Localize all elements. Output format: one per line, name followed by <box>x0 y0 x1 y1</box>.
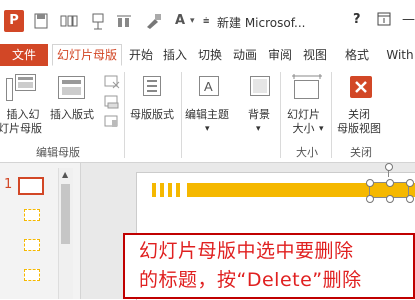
caption-line-2: 的标题，按“Delete”删除 <box>139 269 362 291</box>
tab-animations[interactable]: 动画 <box>230 44 260 66</box>
resize-handle[interactable] <box>406 195 414 203</box>
slide-size-button[interactable]: 幻灯片 大小 <box>287 108 320 136</box>
background-icon <box>250 76 270 100</box>
tab-transitions[interactable]: 切换 <box>195 44 225 66</box>
tab-view[interactable]: 视图 <box>300 44 330 66</box>
close-master-label-2: 母版视图 <box>337 122 381 135</box>
rename-icon[interactable] <box>104 94 120 113</box>
chevron-down-icon[interactable]: ▾ <box>205 122 210 136</box>
close-master-view-button[interactable]: 关闭 母版视图 <box>337 108 381 136</box>
resize-handle[interactable] <box>386 195 394 203</box>
ribbon-tabs: 文件 幻灯片母版 开始 插入 切换 动画 审阅 视图 格式 With <box>0 44 415 67</box>
master-layout-button[interactable]: 母版版式 <box>130 108 174 122</box>
format-painter-icon[interactable] <box>145 13 163 31</box>
save-icon[interactable] <box>34 13 48 31</box>
edit-theme-icon: A <box>199 76 219 100</box>
resize-handle[interactable] <box>386 179 394 187</box>
quick-access-toolbar: P A ▾ ⩧ 新建 Microsof... ? — <box>0 0 415 44</box>
master-thumbnail[interactable] <box>18 177 44 195</box>
resize-handle[interactable] <box>366 195 374 203</box>
edit-theme-button[interactable]: 编辑主题 <box>185 108 229 122</box>
slide-number: 1 <box>4 177 13 192</box>
group-separator <box>124 72 125 158</box>
background-button[interactable]: 背景 <box>248 108 270 122</box>
chevron-down-icon[interactable]: ▾ <box>256 122 261 136</box>
close-master-label-1: 关闭 <box>348 108 370 121</box>
font-size-button[interactable]: A <box>175 13 185 31</box>
insert-slide-master-button[interactable]: 插入幻 灯片母版 <box>0 108 42 136</box>
group-label-edit-master: 编辑母版 <box>36 146 80 159</box>
tab-file[interactable]: 文件 <box>0 44 48 66</box>
caption-line-1: 幻灯片母版中选中要删除 <box>139 240 354 262</box>
tab-slide-master[interactable]: 幻灯片母版 <box>52 44 122 66</box>
layout-thumbnail[interactable] <box>24 239 40 251</box>
tab-home[interactable]: 开始 <box>126 44 156 66</box>
group-separator <box>280 72 281 158</box>
thumbnail-scrollbar[interactable]: ▲ <box>58 168 73 299</box>
customize-qat-icon[interactable]: ⩧ <box>203 14 209 32</box>
delete-slide-icon[interactable] <box>104 74 120 93</box>
insert-slide-master-icon <box>6 74 36 106</box>
powerpoint-logo-icon: P <box>4 10 24 32</box>
chevron-down-icon[interactable]: ▾ <box>190 16 195 34</box>
resize-handle[interactable] <box>406 179 414 187</box>
title-bar-stripe <box>152 183 156 197</box>
close-icon <box>350 76 372 102</box>
minimize-icon[interactable]: — <box>402 12 415 27</box>
title-bar-stripe <box>168 183 172 197</box>
resize-handle[interactable] <box>366 179 374 187</box>
group-separator <box>331 72 332 158</box>
group-separator <box>181 72 182 158</box>
preserve-icon[interactable] <box>104 114 120 133</box>
document-title: 新建 Microsof... <box>217 16 306 30</box>
slide-size-label-2: 大小 <box>292 122 315 135</box>
tab-insert[interactable]: 插入 <box>160 44 190 66</box>
redo-icon[interactable] <box>91 13 105 31</box>
master-layout-icon <box>143 76 161 100</box>
group-label-close: 关闭 <box>350 146 372 159</box>
insert-slide-master-label-1: 插入幻 <box>6 108 40 121</box>
tab-review[interactable]: 审阅 <box>265 44 295 66</box>
insert-slide-master-label-2: 灯片母版 <box>0 122 42 135</box>
insert-layout-button[interactable]: 插入版式 <box>50 108 94 122</box>
insert-layout-icon <box>58 74 86 106</box>
scrollbar-thumb[interactable] <box>61 184 70 244</box>
tab-format[interactable]: 格式 <box>342 44 372 66</box>
tab-with[interactable]: With <box>384 44 415 66</box>
layout-thumbnail[interactable] <box>24 269 40 281</box>
scroll-up-icon[interactable]: ▲ <box>62 170 68 179</box>
instruction-caption: 幻灯片母版中选中要删除 的标题，按“Delete”删除 <box>123 233 415 299</box>
start-slideshow-icon[interactable] <box>115 13 133 31</box>
title-bar-stripe <box>160 183 164 197</box>
group-label-size: 大小 <box>296 146 318 159</box>
chevron-down-icon[interactable]: ▾ <box>319 122 324 136</box>
ribbon-display-options-icon[interactable] <box>377 12 391 30</box>
slide-size-icon <box>292 74 322 104</box>
slide-size-label-1: 幻灯片 <box>287 108 320 121</box>
help-icon[interactable]: ? <box>353 12 361 27</box>
svg-text:A: A <box>204 79 213 94</box>
layout-thumbnail[interactable] <box>24 209 40 221</box>
title-bar-stripe <box>176 183 180 197</box>
ribbon-panel: 插入幻 灯片母版 插入版式 编辑母版 母版版式 A 编辑主题 ▾ 背景 ▾ 幻灯… <box>0 66 415 163</box>
undo-icon[interactable] <box>60 13 78 31</box>
rotate-handle[interactable] <box>385 163 393 171</box>
